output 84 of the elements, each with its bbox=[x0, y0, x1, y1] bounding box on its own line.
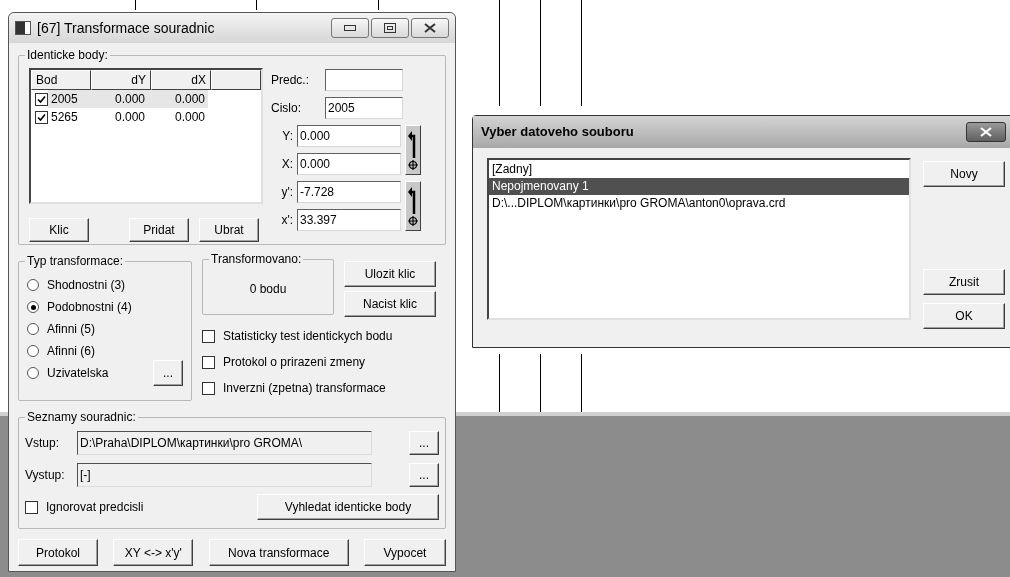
field-label: y': bbox=[280, 184, 294, 201]
list-item[interactable]: [Zadny] bbox=[489, 161, 909, 178]
action-button[interactable]: XY <-> x'y' bbox=[113, 539, 194, 566]
radio-label: Afinni (5) bbox=[47, 321, 96, 338]
group-label: Identicke body: bbox=[25, 48, 110, 62]
radio-button[interactable] bbox=[27, 301, 39, 313]
column-header[interactable]: dY bbox=[91, 70, 151, 90]
browse-button[interactable]: ... bbox=[409, 463, 439, 487]
group-label: Seznamy souradnic: bbox=[25, 410, 138, 424]
checkbox[interactable] bbox=[35, 110, 48, 124]
coordinate-field[interactable]: 0.000 bbox=[297, 153, 401, 175]
table-cell-text: 0.000 bbox=[113, 91, 146, 108]
coordinate-field[interactable]: 0.000 bbox=[297, 125, 401, 147]
radio-button[interactable] bbox=[27, 345, 39, 357]
new-button[interactable]: Novy bbox=[923, 161, 1005, 187]
ok-button[interactable]: OK bbox=[923, 303, 1005, 329]
group-label: Typ transformace: bbox=[25, 254, 126, 268]
field-label: Y: bbox=[281, 128, 294, 145]
checkbox[interactable] bbox=[202, 381, 215, 395]
checkbox[interactable] bbox=[35, 92, 48, 106]
field-label: Vstup: bbox=[25, 435, 61, 452]
key-button[interactable]: Klic bbox=[29, 218, 89, 242]
minimize-button[interactable] bbox=[331, 18, 369, 38]
window-title: [67] Transformace souradnic bbox=[37, 18, 216, 38]
number-field[interactable]: 2005 bbox=[325, 97, 403, 119]
table-cell-text: 2005 bbox=[50, 91, 79, 108]
load-key-button[interactable]: Nacist klic bbox=[344, 291, 436, 317]
coordinate-field[interactable]: -7.728 bbox=[297, 181, 401, 203]
maximize-button[interactable] bbox=[371, 18, 409, 38]
pick-point-button[interactable] bbox=[405, 181, 421, 231]
close-icon bbox=[980, 127, 992, 137]
checkbox[interactable] bbox=[202, 329, 215, 343]
checkbox[interactable] bbox=[25, 500, 38, 514]
list-item[interactable]: D:\...DIPLOM\картинки\pro GROMA\anton0\oprava.crd bbox=[489, 195, 909, 212]
field-label: Predc.: bbox=[271, 72, 310, 89]
action-button[interactable]: Nova transformace bbox=[208, 539, 349, 566]
radio-label: Afinni (6) bbox=[47, 343, 96, 360]
list-row[interactable]: 2005 0.000 0.000 bbox=[48, 90, 208, 108]
checkbox-label: Statisticky test identickych bodu bbox=[223, 328, 393, 345]
browse-button[interactable]: ... bbox=[153, 360, 183, 386]
action-button[interactable]: Protokol bbox=[18, 539, 98, 566]
field-label: x': bbox=[280, 212, 294, 229]
save-key-button[interactable]: Ulozit klic bbox=[344, 261, 436, 287]
cancel-button[interactable]: Zrusit bbox=[923, 269, 1005, 295]
radio-label: Shodnostni (3) bbox=[47, 277, 126, 294]
action-button[interactable]: Vypocet bbox=[364, 539, 446, 566]
find-points-button[interactable]: Vyhledat identicke body bbox=[257, 494, 439, 520]
column-header[interactable]: dX bbox=[151, 70, 211, 90]
checkbox-label: Protokol o prirazeni zmeny bbox=[223, 354, 366, 371]
column-header[interactable]: Bod bbox=[31, 70, 91, 90]
coordinate-field[interactable]: 33.397 bbox=[297, 209, 401, 231]
file-path-field[interactable]: [-] bbox=[77, 463, 372, 487]
pick-point-button[interactable] bbox=[405, 125, 421, 175]
app-icon bbox=[15, 21, 31, 35]
minimize-icon bbox=[344, 25, 356, 31]
checkbox-label: Ignorovat predcisli bbox=[46, 499, 144, 516]
file-path-field[interactable]: D:\Praha\DIPLOM\картинки\pro GROMA\ bbox=[77, 431, 372, 455]
close-button[interactable] bbox=[411, 18, 449, 38]
maximize-icon bbox=[384, 23, 396, 33]
browse-button[interactable]: ... bbox=[409, 431, 439, 455]
field-label: Cislo: bbox=[271, 100, 302, 117]
add-button[interactable]: Pridat bbox=[129, 218, 189, 242]
list-item[interactable]: Nepojmenovany 1 bbox=[489, 178, 909, 195]
remove-button[interactable]: Ubrat bbox=[199, 218, 259, 242]
field-label: Vystup: bbox=[25, 467, 66, 484]
checkbox-label: Inverzni (zpetna) transformace bbox=[223, 380, 386, 397]
table-cell-text: 5265 bbox=[50, 109, 79, 126]
close-icon bbox=[424, 23, 436, 33]
table-cell-text: 0.000 bbox=[173, 109, 206, 126]
radio-button[interactable] bbox=[27, 367, 39, 379]
close-button[interactable] bbox=[966, 122, 1006, 142]
list-row[interactable]: 5265 0.000 0.000 bbox=[48, 108, 208, 126]
group-label: Transformovano: bbox=[209, 252, 304, 266]
transformed-count: 0 bodu bbox=[249, 281, 287, 298]
prefix-field[interactable] bbox=[325, 69, 403, 91]
field-label: X: bbox=[280, 156, 294, 173]
radio-label: Uzivatelska bbox=[47, 365, 109, 382]
table-cell-text: 0.000 bbox=[113, 109, 146, 126]
dialog-title: Vyber datoveho souboru bbox=[481, 123, 635, 142]
radio-button[interactable] bbox=[27, 279, 39, 291]
radio-button[interactable] bbox=[27, 323, 39, 335]
checkbox[interactable] bbox=[202, 355, 215, 369]
radio-label: Podobnostni (4) bbox=[47, 299, 132, 316]
table-cell-text: 0.000 bbox=[173, 91, 206, 108]
